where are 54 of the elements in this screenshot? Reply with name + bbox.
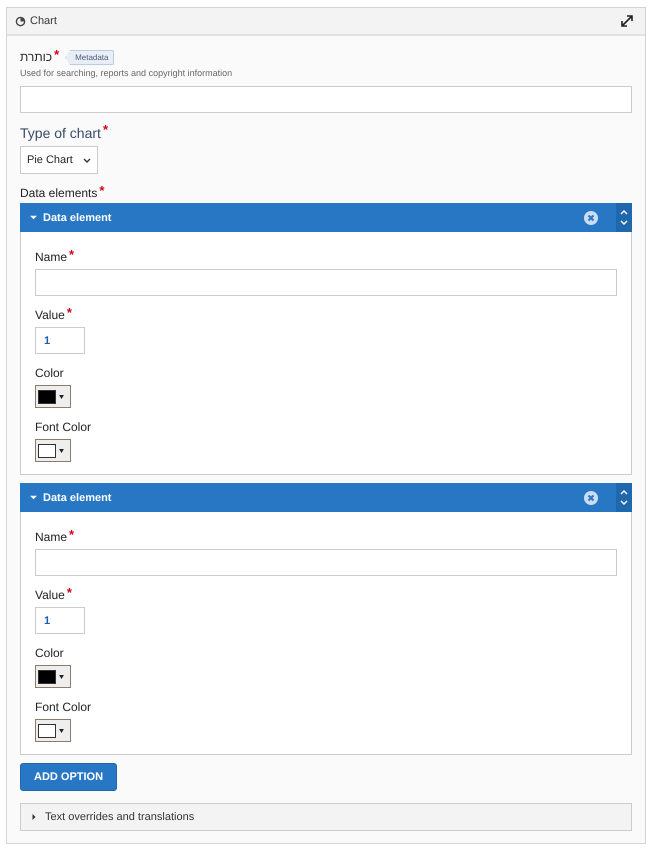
add-option-button[interactable]: ADD OPTION (20, 763, 118, 791)
color-picker[interactable] (35, 719, 71, 742)
color-picker[interactable] (35, 665, 71, 688)
name-input[interactable] (35, 549, 617, 576)
field-label: Name (35, 530, 68, 544)
data-element-header[interactable]: Data element (20, 203, 632, 232)
overrides-title: Text overrides and translations (45, 811, 194, 823)
field-label: Name (35, 250, 68, 264)
required-mark: * (54, 50, 60, 60)
dropdown-arrow-icon (59, 674, 64, 678)
field-label: Font Color (35, 700, 92, 714)
dropdown-arrow-icon (59, 448, 64, 452)
field-label: כותרת (20, 50, 52, 64)
color-picker[interactable] (35, 439, 71, 462)
required-mark: * (99, 186, 104, 196)
move-up-icon[interactable] (620, 490, 628, 495)
field-label: Color (35, 366, 64, 380)
required-mark: * (102, 125, 108, 135)
field-label: Color (35, 646, 64, 660)
field-label: Value (35, 308, 65, 322)
field-label: Data elements (20, 186, 98, 200)
data-element-title: Data element (43, 212, 112, 224)
data-element-header[interactable]: Data element (20, 483, 632, 512)
chart-type-select[interactable]: Pie Chart (20, 146, 98, 174)
chart-icon (15, 16, 26, 26)
metadata-tag: Metadata (65, 50, 114, 65)
field-description: Used for searching, reports and copyright information (20, 68, 234, 78)
move-up-icon[interactable] (620, 210, 628, 215)
move-down-icon[interactable] (620, 500, 628, 505)
value-input[interactable]: 1 (35, 327, 85, 354)
value-input[interactable]: 1 (35, 607, 85, 634)
field-label: Font Color (35, 420, 92, 434)
field-label: Type of chart (20, 125, 101, 141)
remove-icon[interactable] (584, 490, 598, 504)
color-picker[interactable] (35, 385, 71, 408)
remove-icon[interactable] (584, 210, 598, 224)
data-element-title: Data element (43, 492, 112, 504)
overrides-section[interactable]: Text overrides and translations (20, 803, 632, 831)
name-input[interactable] (35, 269, 617, 296)
field-label: Value (35, 588, 65, 602)
title-input[interactable] (20, 86, 632, 113)
caret-icon (30, 494, 37, 501)
panel-title: Chart (30, 15, 58, 27)
chevron-down-icon (82, 158, 91, 162)
expand-icon[interactable] (621, 15, 633, 27)
required-mark: * (69, 250, 74, 260)
dropdown-arrow-icon (59, 394, 64, 398)
required-mark: * (66, 588, 72, 598)
caret-icon (30, 214, 37, 221)
move-down-icon[interactable] (620, 220, 628, 225)
dropdown-arrow-icon (59, 728, 64, 732)
caret-icon (31, 814, 37, 820)
required-mark: * (66, 308, 72, 318)
required-mark: * (69, 530, 74, 540)
